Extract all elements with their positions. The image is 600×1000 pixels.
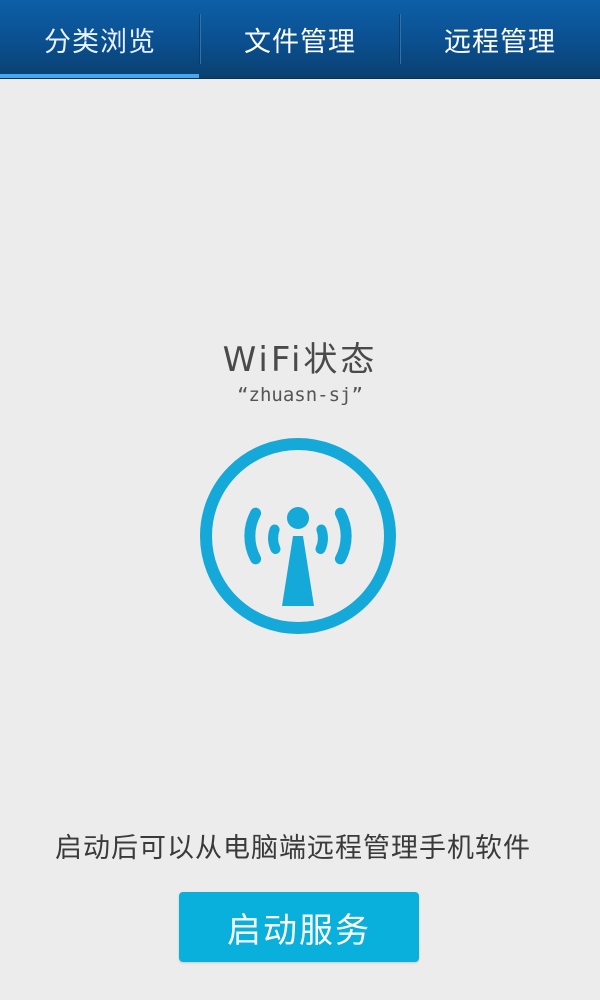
wifi-icon-dot	[287, 507, 309, 529]
wifi-status-title: WiFi状态	[222, 340, 378, 380]
wifi-icon-wave-inner-right	[315, 524, 328, 554]
start-service-button[interactable]: 启动服务	[179, 892, 419, 962]
wifi-icon-wave-outer-left	[244, 507, 262, 565]
tab-file-management[interactable]: 文件管理	[200, 0, 400, 78]
wifi-ssid: “zhuasn-sj”	[237, 384, 363, 406]
active-tab-indicator	[0, 74, 199, 78]
top-tab-bar: 分类浏览 文件管理 远程管理	[0, 0, 600, 78]
start-service-label: 启动服务	[227, 910, 371, 951]
tab-label: 分类浏览	[44, 26, 156, 58]
wifi-icon-wave-outer-right	[334, 507, 352, 565]
tab-label: 远程管理	[444, 26, 556, 58]
tab-remote-management[interactable]: 远程管理	[400, 0, 600, 78]
wifi-icon-mast	[282, 536, 314, 606]
app-screen: 分类浏览 文件管理 远程管理 WiFi状态 “zhuasn-sj” 启动后可以从…	[0, 0, 600, 1000]
wifi-icon-wave-inner-left	[268, 524, 281, 554]
tab-label: 文件管理	[244, 26, 356, 58]
tab-category-browse[interactable]: 分类浏览	[0, 0, 200, 78]
wifi-antenna-icon	[200, 438, 396, 634]
remote-management-hint: 启动后可以从电脑端远程管理手机软件	[55, 833, 531, 864]
